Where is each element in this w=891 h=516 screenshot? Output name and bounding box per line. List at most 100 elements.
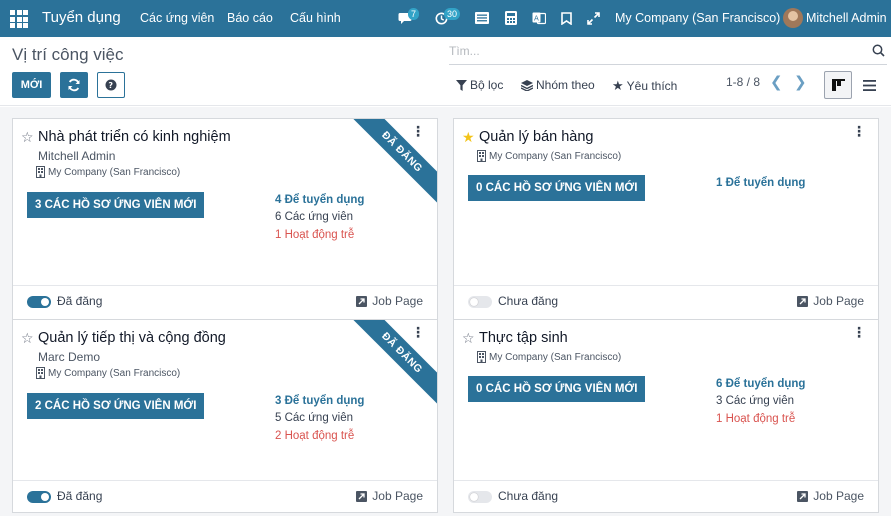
- card-menu-icon[interactable]: ⋮: [411, 124, 425, 138]
- card-footer: Đã đăng Job Page: [13, 285, 437, 317]
- job-page-label: Job Page: [372, 489, 423, 503]
- job-card[interactable]: ☆ Thực tập sinh ⋮ My Company (San Franci…: [453, 319, 879, 513]
- user-menu[interactable]: Mitchell Admin: [806, 11, 887, 25]
- applicants-link[interactable]: 6 Các ứng viên: [275, 211, 353, 223]
- job-page-link[interactable]: Job Page: [356, 489, 423, 503]
- new-applications-button[interactable]: 0 CÁC HỒ SƠ ỨNG VIÊN MỚI: [468, 175, 646, 201]
- applicants-link[interactable]: 5 Các ứng viên: [275, 412, 353, 424]
- late-activities-link[interactable]: 1 Hoạt động trễ: [275, 229, 354, 241]
- job-page-label: Job Page: [813, 489, 864, 503]
- translate-icon[interactable]: A: [530, 9, 548, 27]
- job-card[interactable]: ĐÃ ĐĂNG ☆ Quản lý tiếp thị và cộng đồng …: [12, 319, 438, 513]
- groupby-label: Nhóm theo: [536, 78, 595, 92]
- menu-item-configuration[interactable]: Cấu hình: [290, 11, 341, 25]
- kanban-view-button[interactable]: [824, 71, 852, 99]
- company-switcher[interactable]: My Company (San Francisco): [615, 11, 780, 25]
- company-name: My Company (San Francisco): [48, 367, 181, 379]
- publish-toggle[interactable]: [27, 491, 51, 503]
- building-icon: [36, 166, 45, 178]
- new-applications-button[interactable]: 2 CÁC HỒ SƠ ỨNG VIÊN MỚI: [27, 393, 205, 419]
- expand-icon[interactable]: [584, 9, 602, 27]
- applicants-link[interactable]: 3 Các ứng viên: [716, 395, 794, 407]
- external-link-icon: [797, 490, 809, 502]
- search-bar: [449, 40, 887, 65]
- to-recruit-link[interactable]: 4 Để tuyển dụng: [275, 194, 364, 206]
- layers-icon: [521, 79, 533, 91]
- publish-status: Đã đăng: [57, 489, 103, 503]
- app-title[interactable]: Tuyển dụng: [42, 9, 121, 26]
- job-company: My Company (San Francisco): [36, 166, 180, 178]
- job-company: My Company (San Francisco): [477, 351, 621, 363]
- to-recruit-link[interactable]: 1 Để tuyển dụng: [716, 177, 805, 189]
- sync-button[interactable]: [60, 72, 88, 98]
- bookmark-icon[interactable]: [557, 9, 575, 27]
- job-owner: Mitchell Admin: [38, 149, 116, 163]
- to-recruit-link[interactable]: 6 Để tuyển dụng: [716, 378, 805, 390]
- late-activities-link[interactable]: 1 Hoạt động trễ: [716, 413, 795, 425]
- groupby-button[interactable]: Nhóm theo: [521, 78, 595, 92]
- publish-status: Chưa đăng: [498, 489, 559, 503]
- publish-toggle[interactable]: [468, 491, 492, 503]
- company-name: My Company (San Francisco): [489, 150, 622, 162]
- card-menu-icon[interactable]: ⋮: [852, 325, 866, 339]
- svg-text:?: ?: [108, 81, 113, 90]
- question-icon: ?: [105, 79, 117, 91]
- job-title[interactable]: Quản lý bán hàng: [479, 129, 593, 145]
- card-footer: Đã đăng Job Page: [13, 480, 437, 512]
- pager-value[interactable]: 1-8 / 8: [726, 75, 760, 89]
- page-title: Vị trí công việc: [12, 45, 124, 64]
- card-menu-icon[interactable]: ⋮: [852, 124, 866, 138]
- publish-toggle[interactable]: [468, 296, 492, 308]
- external-link-icon: [797, 295, 809, 307]
- favorite-star-icon[interactable]: ☆: [21, 129, 34, 146]
- list-icon[interactable]: [473, 9, 491, 27]
- svg-text:A: A: [534, 15, 539, 23]
- building-icon: [477, 150, 486, 162]
- app-menu-icon[interactable]: [10, 10, 28, 28]
- favorite-star-icon[interactable]: ☆: [21, 330, 34, 347]
- external-link-icon: [356, 295, 368, 307]
- job-title[interactable]: Quản lý tiếp thị và cộng đồng: [38, 330, 226, 346]
- job-page-link[interactable]: Job Page: [797, 294, 864, 308]
- messages-count-badge: 7: [408, 8, 420, 20]
- favorite-star-icon[interactable]: ★: [462, 129, 475, 146]
- new-applications-button[interactable]: 3 CÁC HỒ SƠ ỨNG VIÊN MỚI: [27, 192, 205, 218]
- menu-item-reporting[interactable]: Báo cáo: [227, 11, 273, 25]
- late-activities-link[interactable]: 2 Hoạt động trễ: [275, 430, 354, 442]
- new-button[interactable]: MỚI: [12, 72, 51, 98]
- job-page-label: Job Page: [813, 294, 864, 308]
- user-avatar[interactable]: [783, 8, 803, 28]
- menu-item-applicants[interactable]: Các ứng viên: [140, 11, 214, 25]
- publish-status: Chưa đăng: [498, 294, 559, 308]
- pager-next-icon[interactable]: ❯: [794, 73, 807, 91]
- filter-button[interactable]: Bộ lọc: [456, 78, 503, 92]
- external-link-icon: [356, 490, 368, 502]
- job-title[interactable]: Thực tập sinh: [479, 330, 568, 346]
- to-recruit-link[interactable]: 3 Để tuyển dụng: [275, 395, 364, 407]
- card-footer: Chưa đăng Job Page: [454, 285, 878, 317]
- search-input[interactable]: [449, 40, 849, 62]
- publish-toggle[interactable]: [27, 296, 51, 308]
- top-navbar: Tuyển dụng Các ứng viên Báo cáo Cấu hình…: [0, 0, 891, 37]
- building-icon: [477, 351, 486, 363]
- calculator-icon[interactable]: [502, 9, 520, 27]
- favorites-button[interactable]: ★ Yêu thích: [612, 78, 677, 94]
- help-button[interactable]: ?: [97, 72, 125, 98]
- pager-previous-icon[interactable]: ❮: [770, 73, 783, 91]
- search-icon[interactable]: [872, 44, 885, 62]
- job-card[interactable]: ĐÃ ĐĂNG ☆ Nhà phát triển có kinh nghiệm …: [12, 118, 438, 322]
- company-name: My Company (San Francisco): [489, 351, 622, 363]
- job-owner: Marc Demo: [38, 350, 101, 364]
- job-page-link[interactable]: Job Page: [356, 294, 423, 308]
- new-applications-button[interactable]: 0 CÁC HỒ SƠ ỨNG VIÊN MỚI: [468, 376, 646, 402]
- favorite-star-icon[interactable]: ☆: [462, 330, 475, 347]
- building-icon: [36, 367, 45, 379]
- card-footer: Chưa đăng Job Page: [454, 480, 878, 512]
- job-page-link[interactable]: Job Page: [797, 489, 864, 503]
- list-view-button[interactable]: [855, 71, 883, 99]
- job-card[interactable]: ★ Quản lý bán hàng ⋮ My Company (San Fra…: [453, 118, 879, 322]
- card-menu-icon[interactable]: ⋮: [411, 325, 425, 339]
- company-name: My Company (San Francisco): [48, 166, 181, 178]
- job-title[interactable]: Nhà phát triển có kinh nghiệm: [38, 129, 231, 145]
- star-icon: ★: [612, 78, 624, 93]
